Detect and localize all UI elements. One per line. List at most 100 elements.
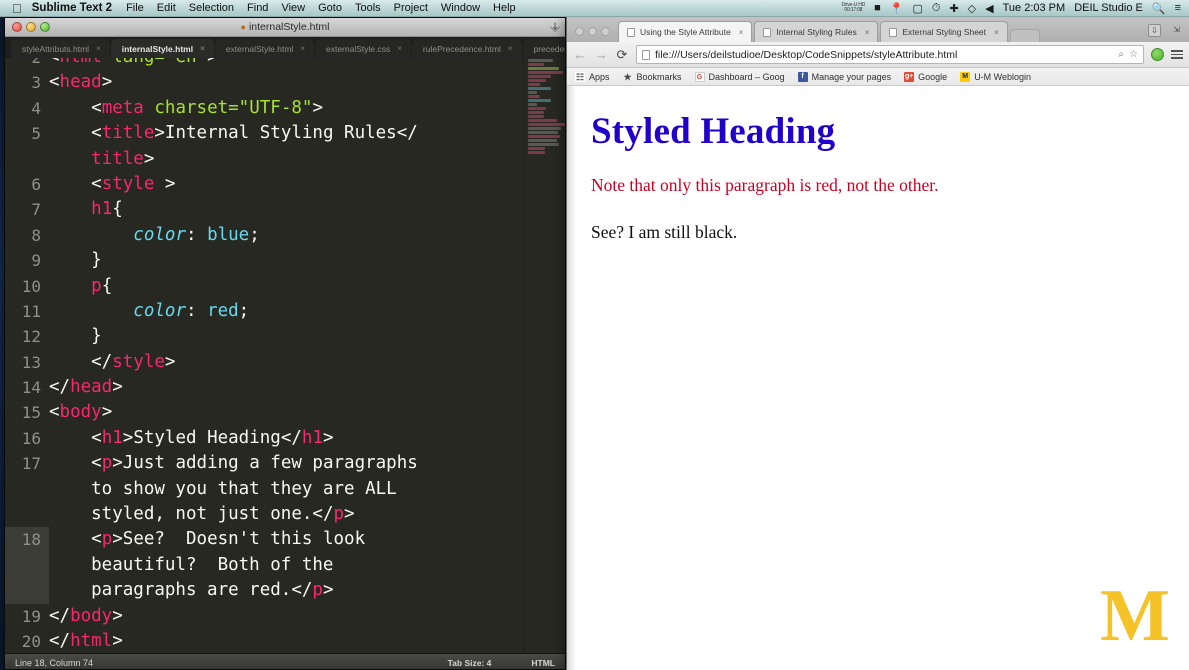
menubar-item-help[interactable]: Help [493,2,516,14]
menubar-item-file[interactable]: File [126,2,144,14]
list-icon[interactable]: ≡ [1175,2,1181,14]
chrome-tab-0[interactable]: Using the Style Attribute× [618,21,752,42]
code-line[interactable]: p{ [49,274,523,299]
chrome-close-button[interactable] [575,27,584,36]
code-line[interactable]: </body> [49,604,523,629]
profile-avatar-icon[interactable] [1151,48,1164,61]
close-tab-icon[interactable]: × [397,44,402,53]
drive-status-icon[interactable]: Drive-U HD 00:17:08 [842,3,866,13]
sublime-code-area[interactable]: <html lang="en"><head> <meta charset="UT… [49,58,523,653]
chrome-tab-1[interactable]: Internal Styling Rules× [754,21,878,42]
bookmark-item-5[interactable]: MU-M Weblogin [960,72,1031,82]
code-line[interactable]: paragraphs are red.</p> [49,578,523,603]
code-line[interactable]: <meta charset="UTF-8"> [49,96,523,121]
menubar-app-name[interactable]: Sublime Text 2 [32,2,112,14]
close-tab-icon[interactable]: × [865,28,870,37]
bookmark-item-2[interactable]: GDashboard – Goog [695,72,785,82]
code-line[interactable]: } [49,324,523,349]
chrome-zoom-button[interactable] [601,27,610,36]
location-pin-icon[interactable]: 📍 [890,2,904,15]
code-line[interactable]: <p>See? Doesn't this look [49,527,523,552]
menubar-item-selection[interactable]: Selection [189,2,234,14]
syntax-mode-status[interactable]: HTML [531,658,555,668]
code-line[interactable]: title> [49,147,523,172]
sublime-text-window[interactable]: ●internalStyle.html ⇲ styleAttributs.htm… [4,17,566,670]
address-bar-url[interactable]: file:///Users/deilstudioe/Desktop/CodeSn… [655,49,957,61]
apple-menu-icon[interactable]:  [12,2,22,15]
page-info-icon[interactable] [642,50,650,60]
menubar-clock[interactable]: Tue 2:03 PM [1003,2,1066,14]
menubar-item-project[interactable]: Project [394,2,428,14]
bookmark-item-1[interactable]: ★Bookmarks [623,72,682,82]
fullscreen-icon[interactable]: ⇲ [1170,24,1183,37]
forward-button[interactable]: → [594,47,608,62]
bookmark-item-0[interactable]: ☷Apps [575,72,610,82]
chrome-minimize-button[interactable] [588,27,597,36]
code-line[interactable]: to show you that they are ALL [49,477,523,502]
menubar-user[interactable]: DEIL Studio E [1074,2,1143,14]
address-bar[interactable]: file:///Users/deilstudioe/Desktop/CodeSn… [636,45,1144,64]
bluetooth-icon[interactable]: ✚ [949,2,958,15]
sublime-tab-5[interactable]: precedence.css× [523,39,565,58]
code-line[interactable]: <html lang="en"> [49,58,523,70]
code-line[interactable]: <title>Internal Styling Rules</ [49,121,523,146]
code-line[interactable]: <head> [49,70,523,95]
chrome-browser-window[interactable]: Using the Style Attribute×Internal Styli… [566,17,1189,670]
back-button[interactable]: ← [573,47,587,62]
volume-icon[interactable]: ◀ [985,2,993,15]
sublime-tab-2[interactable]: externalStyle.html× [215,39,314,58]
close-tab-icon[interactable]: × [300,44,305,53]
sublime-tab-1[interactable]: internalStyle.html× [111,39,214,58]
airplay-icon[interactable]: ▢ [912,2,922,15]
sublime-editor-body[interactable]: 2345.67891011121314151617..18..1920 <htm… [5,58,565,653]
chrome-tab-2[interactable]: External Styling Sheet× [880,21,1007,42]
code-line[interactable]: styled, not just one.</p> [49,502,523,527]
menubar-item-tools[interactable]: Tools [355,2,381,14]
code-line[interactable]: <h1>Styled Heading</h1> [49,426,523,451]
close-tab-icon[interactable]: × [994,28,999,37]
sublime-tab-3[interactable]: externalStyle.css× [315,39,411,58]
bookmark-item-3[interactable]: fManage your pages [798,72,892,82]
sublime-tab-strip[interactable]: styleAttributs.html×internalStyle.html×e… [5,37,565,58]
code-line[interactable]: <style > [49,172,523,197]
sublime-tab-4[interactable]: rulePrecedence.html× [412,39,522,58]
menubar-item-edit[interactable]: Edit [157,2,176,14]
menubar-item-view[interactable]: View [281,2,305,14]
bookmark-item-4[interactable]: g+Google [904,72,947,82]
code-line[interactable]: </html> [49,629,523,653]
menubar-item-find[interactable]: Find [247,2,268,14]
search-icon[interactable]: ⌕ [1118,49,1124,60]
chrome-toolbar[interactable]: ← → ⟳ file:///Users/deilstudioe/Desktop/… [567,42,1189,68]
sublime-minimap[interactable] [523,58,565,653]
code-line[interactable]: color: blue; [49,223,523,248]
new-tab-button[interactable] [1010,29,1040,42]
reload-button[interactable]: ⟳ [615,47,629,63]
menubar-item-window[interactable]: Window [441,2,480,14]
dropbox-icon[interactable]: ◇ [968,2,976,15]
code-line[interactable]: <p>Just adding a few paragraphs [49,451,523,476]
code-line[interactable]: beautiful? Both of the [49,553,523,578]
download-icon[interactable]: ⇩ [1148,24,1161,37]
close-tab-icon[interactable]: × [508,44,513,53]
code-line[interactable]: color: red; [49,299,523,324]
sublime-title-bar[interactable]: ●internalStyle.html ⇲ [5,18,565,37]
code-line[interactable]: </style> [49,350,523,375]
code-line[interactable]: <body> [49,400,523,425]
bookmark-star-icon[interactable]: ☆ [1129,49,1138,60]
code-line[interactable]: </head> [49,375,523,400]
battery-icon[interactable]: ■ [874,2,881,14]
sublime-tab-0[interactable]: styleAttributs.html× [11,39,110,58]
bookmarks-bar[interactable]: ☷Apps ★Bookmarks GDashboard – Goog fManage … [567,68,1189,86]
timemachine-icon[interactable]: ⏱ [932,2,941,15]
code-line[interactable]: } [49,248,523,273]
close-tab-icon[interactable]: × [739,28,744,37]
menubar-item-goto[interactable]: Goto [318,2,342,14]
close-tab-icon[interactable]: × [200,44,205,53]
tab-size-status[interactable]: Tab Size: 4 [448,658,492,668]
code-line[interactable]: h1{ [49,197,523,222]
menu-icon[interactable] [1171,50,1183,59]
search-icon[interactable]: 🔍 [1152,2,1166,15]
close-tab-icon[interactable]: × [96,44,101,53]
chrome-tab-strip[interactable]: Using the Style Attribute×Internal Styli… [567,17,1189,42]
chrome-tabs-container[interactable]: Using the Style Attribute×Internal Styli… [618,21,1010,42]
